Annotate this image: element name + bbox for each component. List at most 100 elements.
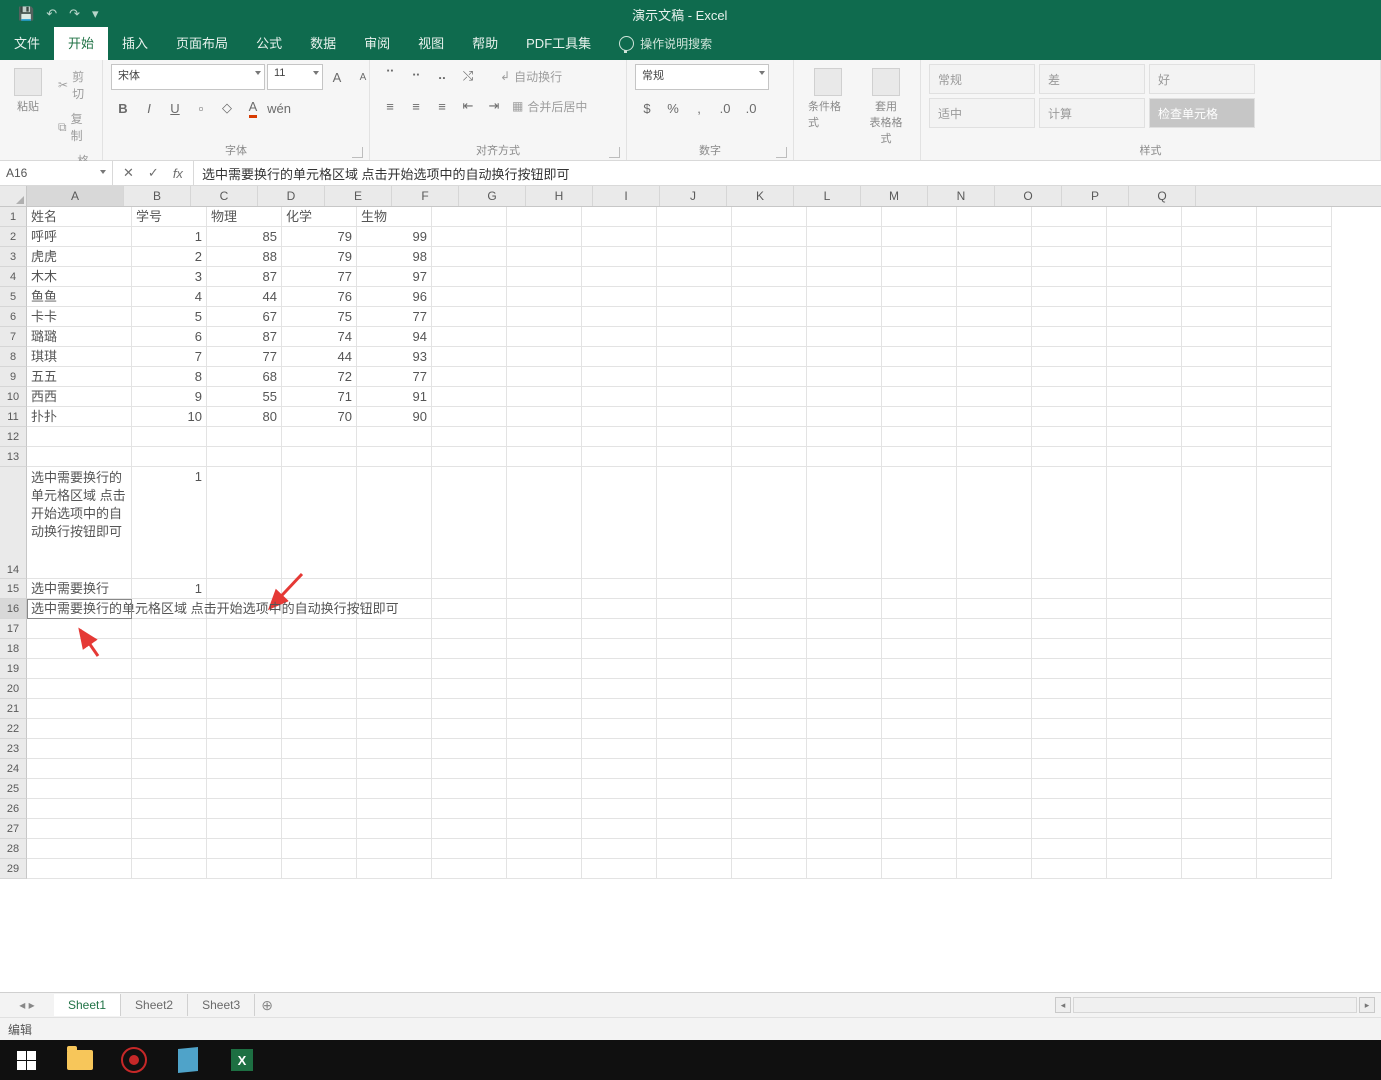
cell-F26[interactable] <box>432 799 507 819</box>
cell-F24[interactable] <box>432 759 507 779</box>
cell-M15[interactable] <box>957 579 1032 599</box>
row-header-14[interactable]: 14 <box>0 467 27 579</box>
row-header-23[interactable]: 23 <box>0 739 27 759</box>
tab-帮助[interactable]: 帮助 <box>458 27 512 60</box>
cell-N8[interactable] <box>1032 347 1107 367</box>
sheet-tab-Sheet2[interactable]: Sheet2 <box>121 994 188 1016</box>
cell-G2[interactable] <box>507 227 582 247</box>
col-header-M[interactable]: M <box>861 186 928 206</box>
cell-G7[interactable] <box>507 327 582 347</box>
cell-C4[interactable]: 87 <box>207 267 282 287</box>
cell-O5[interactable] <box>1107 287 1182 307</box>
cell-N2[interactable] <box>1032 227 1107 247</box>
cell-M8[interactable] <box>957 347 1032 367</box>
row-header-13[interactable]: 13 <box>0 447 27 467</box>
font-name-combo[interactable]: 宋体 <box>111 64 265 90</box>
cell-G6[interactable] <box>507 307 582 327</box>
cell-L20[interactable] <box>882 679 957 699</box>
cell-N22[interactable] <box>1032 719 1107 739</box>
cell-H10[interactable] <box>582 387 657 407</box>
cell-C15[interactable] <box>207 579 282 599</box>
cell-L19[interactable] <box>882 659 957 679</box>
cell-C26[interactable] <box>207 799 282 819</box>
cell-N10[interactable] <box>1032 387 1107 407</box>
cell-J19[interactable] <box>732 659 807 679</box>
cell-K10[interactable] <box>807 387 882 407</box>
cell-G18[interactable] <box>507 639 582 659</box>
cell-O23[interactable] <box>1107 739 1182 759</box>
cell-P23[interactable] <box>1182 739 1257 759</box>
cell-K15[interactable] <box>807 579 882 599</box>
col-header-K[interactable]: K <box>727 186 794 206</box>
cell-I8[interactable] <box>657 347 732 367</box>
start-button[interactable] <box>6 1044 46 1076</box>
cell-D21[interactable] <box>282 699 357 719</box>
cell-H19[interactable] <box>582 659 657 679</box>
cell-H17[interactable] <box>582 619 657 639</box>
cell-N23[interactable] <box>1032 739 1107 759</box>
cell-G19[interactable] <box>507 659 582 679</box>
cell-E27[interactable] <box>357 819 432 839</box>
cell-A27[interactable] <box>27 819 132 839</box>
cell-I26[interactable] <box>657 799 732 819</box>
cell-D11[interactable]: 70 <box>282 407 357 427</box>
cell-C7[interactable]: 87 <box>207 327 282 347</box>
cell-Q11[interactable] <box>1257 407 1332 427</box>
cell-J24[interactable] <box>732 759 807 779</box>
cell-D28[interactable] <box>282 839 357 859</box>
cell-K6[interactable] <box>807 307 882 327</box>
cell-E3[interactable]: 98 <box>357 247 432 267</box>
cell-E17[interactable] <box>357 619 432 639</box>
cell-F8[interactable] <box>432 347 507 367</box>
cell-H1[interactable] <box>582 207 657 227</box>
cell-M7[interactable] <box>957 327 1032 347</box>
cell-J29[interactable] <box>732 859 807 879</box>
cell-O3[interactable] <box>1107 247 1182 267</box>
row-header-10[interactable]: 10 <box>0 387 27 407</box>
col-header-E[interactable]: E <box>325 186 392 206</box>
cell-L29[interactable] <box>882 859 957 879</box>
cell-G5[interactable] <box>507 287 582 307</box>
cell-H4[interactable] <box>582 267 657 287</box>
cell-A2[interactable]: 呼呼 <box>27 227 132 247</box>
cell-E25[interactable] <box>357 779 432 799</box>
cell-Q3[interactable] <box>1257 247 1332 267</box>
cell-H20[interactable] <box>582 679 657 699</box>
cell-E15[interactable] <box>357 579 432 599</box>
cell-D6[interactable]: 75 <box>282 307 357 327</box>
cell-I29[interactable] <box>657 859 732 879</box>
cell-N6[interactable] <box>1032 307 1107 327</box>
cell-J7[interactable] <box>732 327 807 347</box>
horizontal-scrollbar[interactable]: ◂ ▸ <box>1055 998 1381 1012</box>
row-header-11[interactable]: 11 <box>0 407 27 427</box>
cell-P6[interactable] <box>1182 307 1257 327</box>
cell-O8[interactable] <box>1107 347 1182 367</box>
row-header-26[interactable]: 26 <box>0 799 27 819</box>
col-header-I[interactable]: I <box>593 186 660 206</box>
cell-I28[interactable] <box>657 839 732 859</box>
cell-Q7[interactable] <box>1257 327 1332 347</box>
cell-D3[interactable]: 79 <box>282 247 357 267</box>
cell-A3[interactable]: 虎虎 <box>27 247 132 267</box>
cell-N17[interactable] <box>1032 619 1107 639</box>
cell-J20[interactable] <box>732 679 807 699</box>
row-header-9[interactable]: 9 <box>0 367 27 387</box>
cell-C11[interactable]: 80 <box>207 407 282 427</box>
cell-M27[interactable] <box>957 819 1032 839</box>
cell-F28[interactable] <box>432 839 507 859</box>
cell-P17[interactable] <box>1182 619 1257 639</box>
cell-M17[interactable] <box>957 619 1032 639</box>
decrease-decimal-icon[interactable]: .0 <box>739 96 763 120</box>
cell-P27[interactable] <box>1182 819 1257 839</box>
cell-K23[interactable] <box>807 739 882 759</box>
cell-H2[interactable] <box>582 227 657 247</box>
cell-Q29[interactable] <box>1257 859 1332 879</box>
cell-C23[interactable] <box>207 739 282 759</box>
col-header-P[interactable]: P <box>1062 186 1129 206</box>
cell-J1[interactable] <box>732 207 807 227</box>
cell-P8[interactable] <box>1182 347 1257 367</box>
cell-M28[interactable] <box>957 839 1032 859</box>
cell-B4[interactable]: 3 <box>132 267 207 287</box>
cell-B6[interactable]: 5 <box>132 307 207 327</box>
cell-F14[interactable] <box>432 467 507 579</box>
